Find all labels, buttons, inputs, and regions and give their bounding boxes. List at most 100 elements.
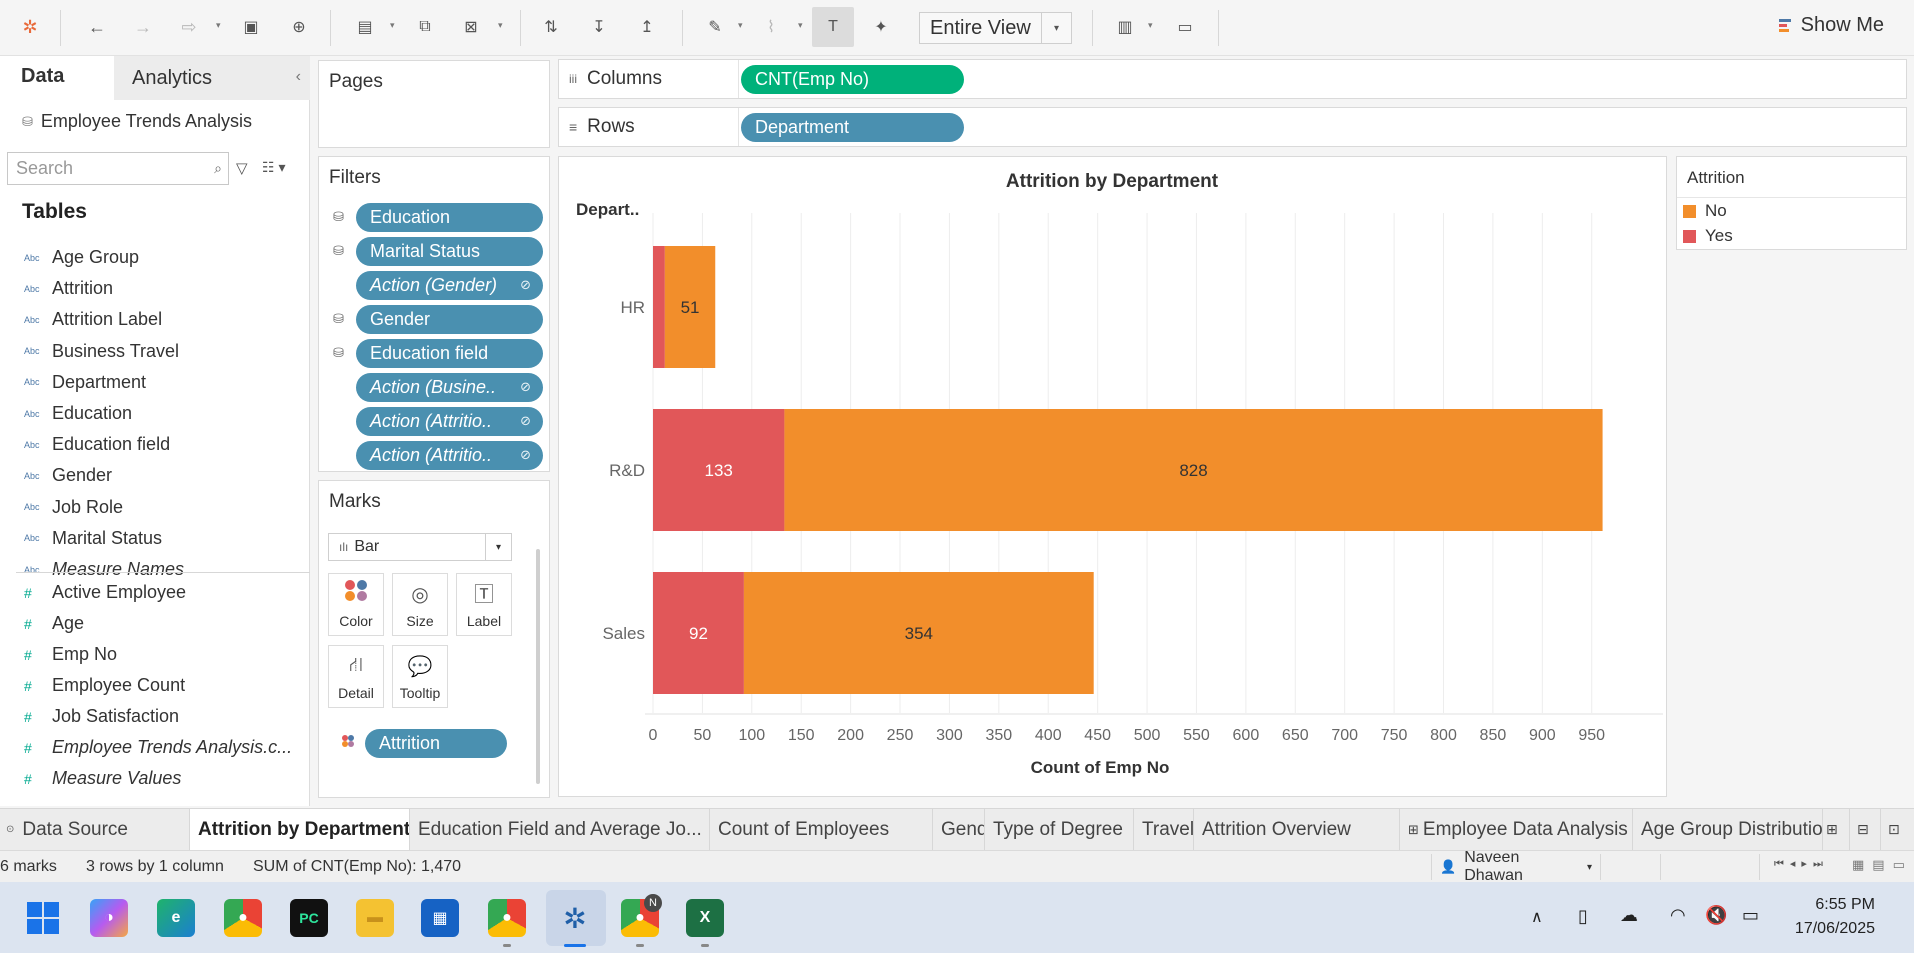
user-menu[interactable]: 👤 Naveen Dhawan ▾ — [1431, 849, 1601, 884]
new-worksheet-dropdown-icon[interactable]: ▾ — [390, 20, 395, 31]
wifi-icon[interactable]: ◠ — [1670, 905, 1686, 926]
show-hidden-icons-icon[interactable]: ∧ — [1531, 907, 1543, 927]
field-item[interactable]: Abc Department — [0, 367, 310, 398]
sheet-tab[interactable]: Gender — [933, 809, 985, 850]
field-item[interactable]: # Measure Values — [0, 763, 310, 794]
sheet-tab[interactable]: Age Group Distributio — [1633, 809, 1823, 850]
filter-pill[interactable]: Action (Attritio.. ⊘ — [356, 407, 543, 436]
show-me-button[interactable]: Show Me — [1778, 14, 1884, 37]
field-item[interactable]: Abc Marital Status — [0, 523, 310, 554]
x-axis-title[interactable]: Count of Emp No — [1031, 758, 1170, 777]
sheet-tab[interactable]: ⊞ Employee Data Analysis — [1400, 809, 1633, 850]
label-button[interactable]: 🅃 Label — [456, 573, 512, 636]
field-item[interactable]: Abc Attrition — [0, 273, 310, 304]
field-item[interactable]: # Emp No — [0, 639, 310, 670]
field-item[interactable]: Abc Age Group — [0, 242, 310, 273]
onedrive-icon[interactable]: ☁ — [1620, 905, 1638, 926]
clear-sheet-icon[interactable]: ⊠ — [456, 12, 486, 42]
microsoft-store-icon[interactable]: ▦ — [421, 899, 459, 937]
filter-pill[interactable]: Action (Busine.. ⊘ — [356, 373, 543, 402]
volume-muted-icon[interactable]: 🔇 — [1705, 905, 1727, 926]
chart-view[interactable]: Attrition by Department Depart.. HR 51 R&D 13… — [558, 156, 1667, 797]
new-worksheet-icon[interactable]: ▤ — [350, 12, 380, 42]
usb-icon[interactable]: ▯ — [1578, 906, 1588, 927]
field-item[interactable]: Abc Education — [0, 398, 310, 429]
show-mark-labels-icon[interactable]: T — [812, 7, 854, 47]
clock-time[interactable]: 6:55 PM — [1795, 896, 1875, 914]
search-input[interactable]: Search ⌕ — [7, 152, 229, 185]
highlight-dropdown-icon[interactable]: ▾ — [738, 20, 743, 31]
mark-type-dropdown[interactable]: ılı Bar ▾ — [328, 533, 512, 561]
presentation-mode-icon[interactable]: ▭ — [1170, 12, 1200, 42]
color-button[interactable]: Color — [328, 573, 384, 636]
legend-item-no[interactable]: No — [1683, 201, 1727, 221]
chrome-icon[interactable]: ● — [224, 899, 262, 937]
fix-axes-icon[interactable]: ✦ — [866, 12, 896, 42]
sheet-tab[interactable]: Count of Employees — [710, 809, 933, 850]
replay-dropdown-icon[interactable]: ▾ — [216, 20, 221, 31]
pages-card[interactable]: Pages — [318, 60, 550, 148]
bar-segment-yes[interactable] — [653, 246, 665, 368]
chrome-profile-icon[interactable]: ● — [488, 899, 526, 937]
filter-pill[interactable]: Action (Gender) ⊘ — [356, 271, 543, 300]
data-source-tab[interactable]: ⊙ Data Source — [0, 809, 190, 850]
new-worksheet-tab-icon[interactable]: ⊞ — [1819, 809, 1850, 850]
show-cards-icon[interactable]: ▥ — [1110, 12, 1140, 42]
view-options-icon[interactable]: ☷ ▾ — [262, 159, 285, 176]
sheet-tab[interactable]: Education Field and Average Jo... — [410, 809, 710, 850]
filters-card[interactable]: Filters ⛁ Education ⛁ Marital Status Action … — [318, 156, 550, 472]
legend-item-yes[interactable]: Yes — [1683, 226, 1733, 246]
tableau-taskbar-icon[interactable]: ✲ — [556, 899, 594, 937]
sort-ascending-icon[interactable]: ↧ — [584, 12, 614, 42]
replay-icon[interactable]: ⇨ — [174, 12, 204, 42]
filter-pill[interactable]: Gender — [356, 305, 543, 334]
category-label[interactable]: Sales — [602, 624, 645, 643]
department-pill[interactable]: Department — [741, 113, 964, 142]
rows-shelf[interactable]: ≡ Rows Department — [558, 107, 1907, 147]
category-label[interactable]: R&D — [609, 461, 645, 480]
datasource-name[interactable]: ⛁ Employee Trends Analysis — [22, 111, 252, 132]
filter-pill[interactable]: Action (Attritio.. ⊘ — [356, 441, 543, 470]
sheet-view-icons[interactable]: ▦▤▭ — [1852, 857, 1913, 873]
category-label[interactable]: HR — [620, 298, 645, 317]
size-button[interactable]: ◎ Size — [392, 573, 448, 636]
attrition-legend[interactable]: Attrition No Yes — [1676, 156, 1907, 250]
duplicate-sheet-icon[interactable]: ⧉ — [410, 12, 440, 42]
field-item[interactable]: Abc Job Role — [0, 492, 310, 523]
filter-pill[interactable]: Marital Status — [356, 237, 543, 266]
new-datasource-icon[interactable]: ⊕ — [284, 12, 314, 42]
sheet-tab[interactable]: Attrition by Department — [190, 809, 410, 850]
group-dropdown-icon[interactable]: ▾ — [798, 20, 803, 31]
undo-icon[interactable]: ← — [82, 12, 112, 42]
attrition-color-pill[interactable]: Attrition — [365, 729, 507, 758]
field-item[interactable]: Abc Attrition Label — [0, 304, 310, 335]
show-cards-dropdown-icon[interactable]: ▾ — [1148, 20, 1153, 31]
sheet-tab[interactable]: Type of Degree — [985, 809, 1134, 850]
field-item[interactable]: # Age — [0, 608, 310, 639]
sheet-tab[interactable]: Attrition Overview — [1194, 809, 1400, 850]
chevron-down-icon[interactable]: ▾ — [1041, 13, 1071, 43]
save-icon[interactable]: ▣ — [236, 12, 266, 42]
filter-fields-icon[interactable]: ▽ — [236, 159, 248, 177]
group-members-icon[interactable]: ⌇ — [756, 12, 786, 42]
field-item[interactable]: Abc Education field — [0, 429, 310, 460]
clock-date[interactable]: 17/06/2025 — [1780, 920, 1875, 938]
attrition-bar-chart[interactable]: Attrition by Department Depart.. HR 51 R&D 13… — [559, 157, 1666, 796]
field-item[interactable]: # Job Satisfaction — [0, 701, 310, 732]
copilot-icon[interactable]: ◑ — [90, 899, 128, 937]
sheet-nav-arrows-icon[interactable]: ⏮◂▸⏭ — [1774, 857, 1829, 871]
swap-rows-columns-icon[interactable]: ⇅ — [536, 12, 566, 42]
tab-analytics[interactable]: Analytics — [114, 56, 310, 100]
tableau-logo-icon[interactable]: ✲ — [15, 12, 45, 42]
detail-button[interactable]: ⛙ Detail — [328, 645, 384, 708]
field-item[interactable]: Abc Gender — [0, 460, 310, 491]
marks-scrollbar[interactable] — [536, 549, 540, 784]
field-item[interactable]: # Active Employee — [0, 577, 310, 608]
highlight-icon[interactable]: ✎ — [700, 12, 730, 42]
battery-icon[interactable]: ▭ — [1742, 905, 1759, 926]
new-story-tab-icon[interactable]: ⊡ — [1881, 809, 1914, 850]
excel-icon[interactable]: X — [686, 899, 724, 937]
cnt-emp-no-pill[interactable]: CNT(Emp No) — [741, 65, 964, 94]
field-item[interactable]: Abc Business Travel — [0, 336, 310, 367]
windows-start-icon[interactable] — [24, 899, 62, 937]
